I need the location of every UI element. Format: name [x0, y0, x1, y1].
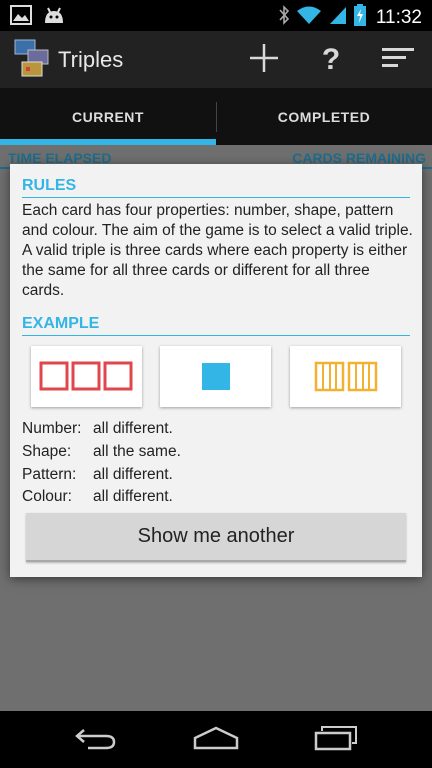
status-time: 11:32	[375, 6, 422, 28]
show-another-button[interactable]: Show me another	[26, 513, 406, 562]
example-card-3	[290, 346, 401, 407]
android-icon	[42, 5, 66, 30]
property-pattern: Pattern: all different.	[22, 466, 173, 484]
property-value: all different.	[93, 488, 173, 505]
tab-completed[interactable]: COMPLETED	[216, 88, 432, 145]
property-key: Shape:	[22, 443, 72, 460]
signal-icon	[328, 5, 348, 30]
overflow-menu-button[interactable]	[378, 41, 418, 79]
example-divider	[22, 335, 410, 336]
help-icon: ?	[321, 43, 341, 76]
example-card-1	[31, 346, 142, 407]
property-key: Pattern:	[22, 466, 77, 483]
rules-divider	[22, 197, 410, 198]
property-number: Number: all different.	[22, 420, 173, 438]
yellow-striped-squares-icon	[314, 361, 378, 392]
rules-title: RULES	[22, 177, 77, 194]
red-outline-squares-icon	[39, 361, 133, 391]
status-bar: 11:32	[0, 0, 432, 31]
example-card-2	[160, 346, 271, 407]
example-title: EXAMPLE	[22, 315, 100, 332]
property-value: all different.	[93, 420, 173, 437]
back-button[interactable]	[66, 723, 126, 757]
gallery-icon	[10, 5, 32, 30]
property-shape: Shape: all the same.	[22, 443, 181, 461]
blue-solid-square-icon	[202, 363, 230, 390]
property-value: all different.	[93, 466, 173, 483]
add-button[interactable]	[244, 41, 284, 79]
property-key: Number:	[22, 420, 82, 437]
tab-current[interactable]: CURRENT	[0, 88, 216, 145]
action-bar: Triples ?	[0, 31, 432, 88]
property-key: Colour:	[22, 488, 72, 505]
app-logo-icon[interactable]	[14, 38, 52, 80]
recent-apps-button[interactable]	[306, 723, 366, 757]
bluetooth-icon	[278, 5, 290, 30]
home-button[interactable]	[186, 723, 246, 757]
add-icon	[249, 43, 279, 78]
app-title: Triples	[58, 47, 124, 72]
home-icon	[192, 726, 240, 755]
navigation-bar	[0, 711, 432, 768]
rules-text: Each card has four properties: number, s…	[22, 202, 413, 299]
battery-charging-icon	[353, 4, 366, 31]
tab-bar: CURRENT COMPLETED	[0, 88, 432, 145]
overflow-menu-icon	[382, 46, 414, 75]
property-value: all the same.	[93, 443, 181, 460]
wifi-icon	[296, 5, 322, 30]
property-colour: Colour: all different.	[22, 488, 173, 506]
help-button[interactable]: ?	[311, 41, 351, 79]
rules-dialog: RULES Each card has four properties: num…	[10, 164, 422, 577]
back-icon	[74, 726, 118, 755]
recent-apps-icon	[314, 725, 358, 756]
